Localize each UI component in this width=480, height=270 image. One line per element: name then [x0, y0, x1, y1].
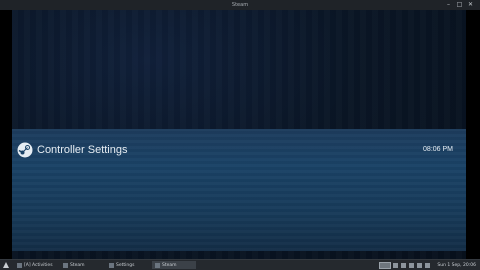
taskbar-item-steam[interactable]: Steam	[60, 261, 104, 269]
steam-bigpicture-window: Controller Settings 08:06 PM	[12, 10, 466, 260]
maximize-icon[interactable]: □	[456, 1, 463, 8]
controller-settings-header: Controller Settings 08:06 PM	[12, 129, 466, 251]
notifications-icon[interactable]	[425, 262, 431, 268]
taskbar-item-label: [A] Activities	[24, 262, 53, 268]
taskbar-item-label: Steam	[70, 262, 85, 268]
bluetooth-icon[interactable]	[409, 262, 415, 268]
system-tray: Sun 1 Sep, 20:06	[379, 261, 480, 269]
page-title: Controller Settings	[37, 144, 128, 156]
taskbar-item-label: Settings	[116, 262, 135, 268]
steam-icon	[155, 262, 160, 268]
taskbar-item-activities[interactable]: [A] Activities	[14, 261, 58, 269]
network-icon[interactable]	[393, 262, 399, 268]
steam-icon	[63, 262, 68, 268]
desktop-switcher-icon[interactable]	[379, 261, 392, 269]
taskbar-item-steam-active[interactable]: Steam	[152, 261, 196, 269]
app-launcher-icon	[3, 262, 9, 268]
close-icon[interactable]: ✕	[467, 1, 474, 8]
battery-icon[interactable]	[417, 262, 423, 268]
window-titlebar: Steam – □ ✕	[0, 0, 480, 10]
taskbar-item-settings[interactable]: Settings	[106, 261, 150, 269]
start-menu-button[interactable]	[0, 260, 12, 270]
volume-icon[interactable]	[401, 262, 407, 268]
minimize-icon[interactable]: –	[445, 1, 452, 8]
clock: 08:06 PM	[423, 146, 453, 153]
steam-logo-icon	[17, 142, 33, 158]
taskbar-item-label: Steam	[162, 262, 177, 268]
window-title: Steam	[231, 2, 249, 8]
activities-icon	[17, 262, 22, 268]
taskbar: [A] Activities Steam Settings Steam Sun …	[0, 259, 480, 270]
taskbar-datetime[interactable]: Sun 1 Sep, 20:06	[437, 263, 476, 268]
settings-icon	[109, 262, 114, 268]
window-controls: – □ ✕	[445, 1, 474, 8]
